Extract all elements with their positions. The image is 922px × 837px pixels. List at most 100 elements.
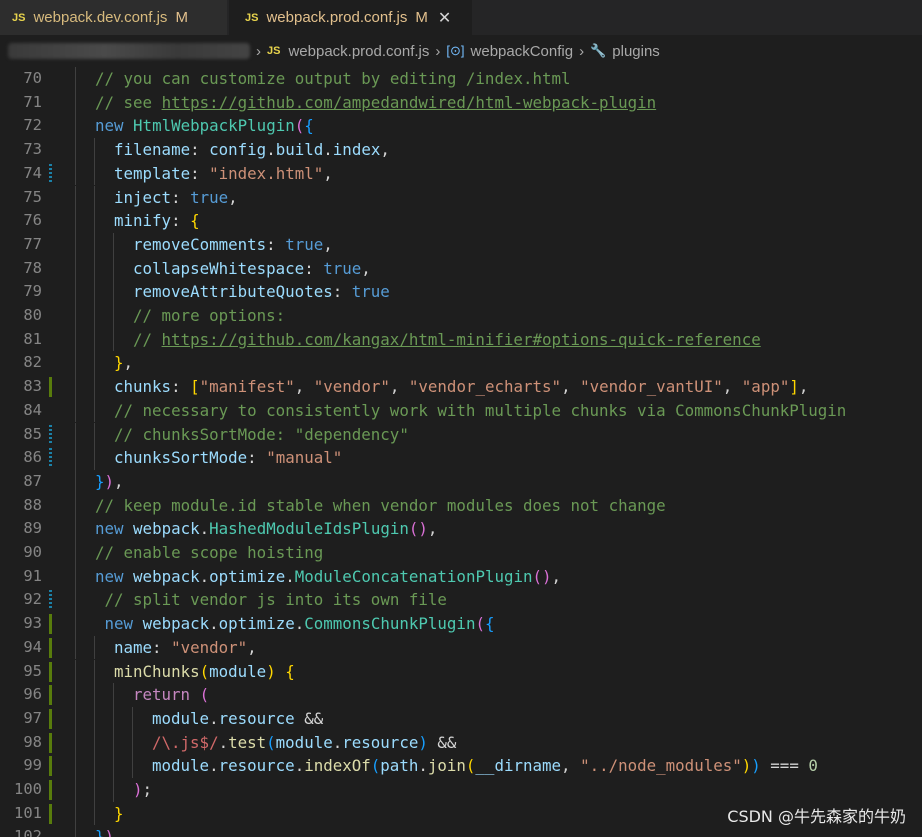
code-line[interactable]: 90 // enable scope hoisting	[0, 541, 922, 565]
code-token: // split vendor js into its own file	[104, 590, 447, 610]
breadcrumb-path-blurred[interactable]	[8, 43, 250, 59]
git-added-marker[interactable]	[49, 803, 52, 824]
indent-guide	[75, 446, 76, 470]
code-line[interactable]: 82},	[0, 351, 922, 376]
indent-guide	[94, 161, 95, 186]
javascript-file-icon: JS	[245, 11, 259, 24]
code-text: new webpack.HashedModuleIdsPlugin(),	[95, 517, 437, 541]
close-icon[interactable]: ✕	[438, 8, 451, 28]
indent-guide	[75, 327, 76, 352]
code-line[interactable]: 87}),	[0, 469, 922, 494]
tab-webpack-dev-conf[interactable]: JS webpack.dev.conf.js M	[0, 0, 227, 35]
git-added-marker[interactable]	[49, 780, 52, 800]
git-added-marker[interactable]	[49, 708, 52, 729]
git-added-marker[interactable]	[49, 756, 52, 777]
indent-guide	[75, 541, 76, 565]
line-number: 92	[23, 590, 42, 609]
line-number: 82	[23, 353, 42, 372]
line-number: 97	[23, 708, 42, 727]
code-token: HashedModuleIdsPlugin	[209, 519, 409, 539]
code-token: &&	[427, 732, 457, 752]
code-line[interactable]: 93 new webpack.optimize.CommonsChunkPlug…	[0, 612, 922, 636]
code-token: filename	[114, 140, 191, 160]
code-line[interactable]: 84 // necessary to consistently work with…	[0, 398, 922, 423]
code-line[interactable]: 86 chunksSortMode: "manual"	[0, 446, 922, 470]
code-line[interactable]: 88 // keep module.id stable when vendor m…	[0, 493, 922, 518]
git-modified-marker[interactable]	[49, 590, 52, 611]
code-line[interactable]: 91 new webpack.optimize.ModuleConcatenati…	[0, 564, 922, 589]
code-token: webpack	[133, 566, 200, 586]
code-text: // necessary to consistently work with m…	[114, 399, 846, 423]
code-line[interactable]: 89 new webpack.HashedModuleIdsPlugin(),	[0, 517, 922, 541]
indent-guide	[94, 327, 95, 352]
watermark-text: CSDN @牛先森家的牛奶	[727, 807, 906, 826]
code-line[interactable]: 100);	[0, 778, 922, 802]
line-number: 79	[23, 282, 42, 301]
code-token: resource	[342, 732, 419, 752]
tab-webpack-prod-conf[interactable]: JS webpack.prod.conf.js M ✕	[229, 0, 472, 35]
breadcrumb-symbol[interactable]: webpackConfig	[471, 43, 574, 60]
code-line[interactable]: 74 template: "index.html",	[0, 161, 922, 186]
code-line[interactable]: 73 filename: config.build.index,	[0, 138, 922, 162]
code-text: name: "vendor",	[114, 636, 257, 660]
code-token: chunks	[114, 377, 172, 397]
breadcrumb-file[interactable]: webpack.prod.conf.js	[288, 43, 429, 60]
code-token: join	[427, 756, 466, 776]
git-modified-marker[interactable]	[49, 448, 52, 469]
code-line[interactable]: 79 removeAttributeQuotes: true	[0, 280, 922, 304]
git-added-marker[interactable]	[49, 685, 52, 706]
indent-guide	[94, 304, 95, 328]
code-line[interactable]: 80 // more options:	[0, 304, 922, 328]
modified-indicator: M	[175, 9, 188, 26]
code-token: &&	[294, 708, 324, 728]
indent-guide	[75, 801, 76, 826]
code-line[interactable]: 78 collapseWhitespace: true,	[0, 256, 922, 281]
code-line[interactable]: 85 // chunksSortMode: "dependency"	[0, 422, 922, 447]
line-number: 101	[14, 803, 42, 822]
line-number: 94	[23, 637, 42, 656]
code-line[interactable]: 70 // you can customize output by editing…	[0, 67, 922, 91]
code-line[interactable]: 102}),	[0, 825, 922, 837]
git-added-marker[interactable]	[49, 732, 52, 753]
code-token: :	[171, 187, 191, 207]
code-line[interactable]: 95 minChunks(module) {	[0, 659, 922, 684]
code-token: ,	[123, 353, 134, 373]
code-token: minify	[114, 211, 172, 231]
code-token: :	[266, 234, 286, 254]
code-line[interactable]: 99 module.resource.indexOf(path.join(__di…	[0, 754, 922, 778]
git-modified-marker[interactable]	[49, 424, 52, 445]
code-line[interactable]: 81 // https://github.com/kangax/html-mini…	[0, 327, 922, 352]
git-modified-marker[interactable]	[49, 163, 52, 184]
code-line[interactable]: 98/\.js$/.test(module.resource) &&	[0, 730, 922, 755]
code-line[interactable]: 94 name: "vendor",	[0, 635, 922, 660]
code-token: true	[323, 258, 362, 278]
git-added-marker[interactable]	[49, 614, 52, 635]
breadcrumb-property[interactable]: plugins	[612, 43, 660, 60]
indent-guide	[94, 635, 95, 660]
code-token: (	[199, 685, 210, 705]
line-number: 100	[14, 780, 42, 798]
code-line[interactable]: 97 module.resource &&	[0, 706, 922, 731]
code-token: "../node_modules"	[580, 756, 742, 776]
line-number: 85	[23, 424, 42, 443]
code-line[interactable]: 76 minify: {	[0, 209, 922, 233]
line-number: 70	[23, 69, 42, 87]
code-token: ]	[789, 377, 799, 397]
code-line[interactable]: 71 // see https://github.com/ampedandwire…	[0, 90, 922, 115]
code-line[interactable]: 92 // split vendor js into its own file	[0, 588, 922, 613]
code-token: .	[323, 140, 333, 160]
git-added-marker[interactable]	[49, 661, 52, 682]
code-token: (	[199, 661, 210, 681]
indent-guide	[113, 327, 114, 352]
indent-guide	[75, 209, 76, 233]
code-line[interactable]: 72 new HtmlWebpackPlugin({	[0, 114, 922, 139]
indent-guide	[94, 801, 95, 826]
code-line[interactable]: 75 inject: true,	[0, 185, 922, 210]
code-editor[interactable]: 70 // you can customize output by editing…	[0, 67, 922, 837]
code-line[interactable]: 83 chunks: ["manifest", "vendor", "vendor…	[0, 375, 922, 399]
code-line[interactable]: 77 removeComments: true,	[0, 232, 922, 257]
git-added-marker[interactable]	[49, 377, 52, 398]
code-text: return (	[133, 683, 209, 707]
git-added-marker[interactable]	[49, 637, 52, 658]
code-line[interactable]: 96 return (	[0, 683, 922, 707]
